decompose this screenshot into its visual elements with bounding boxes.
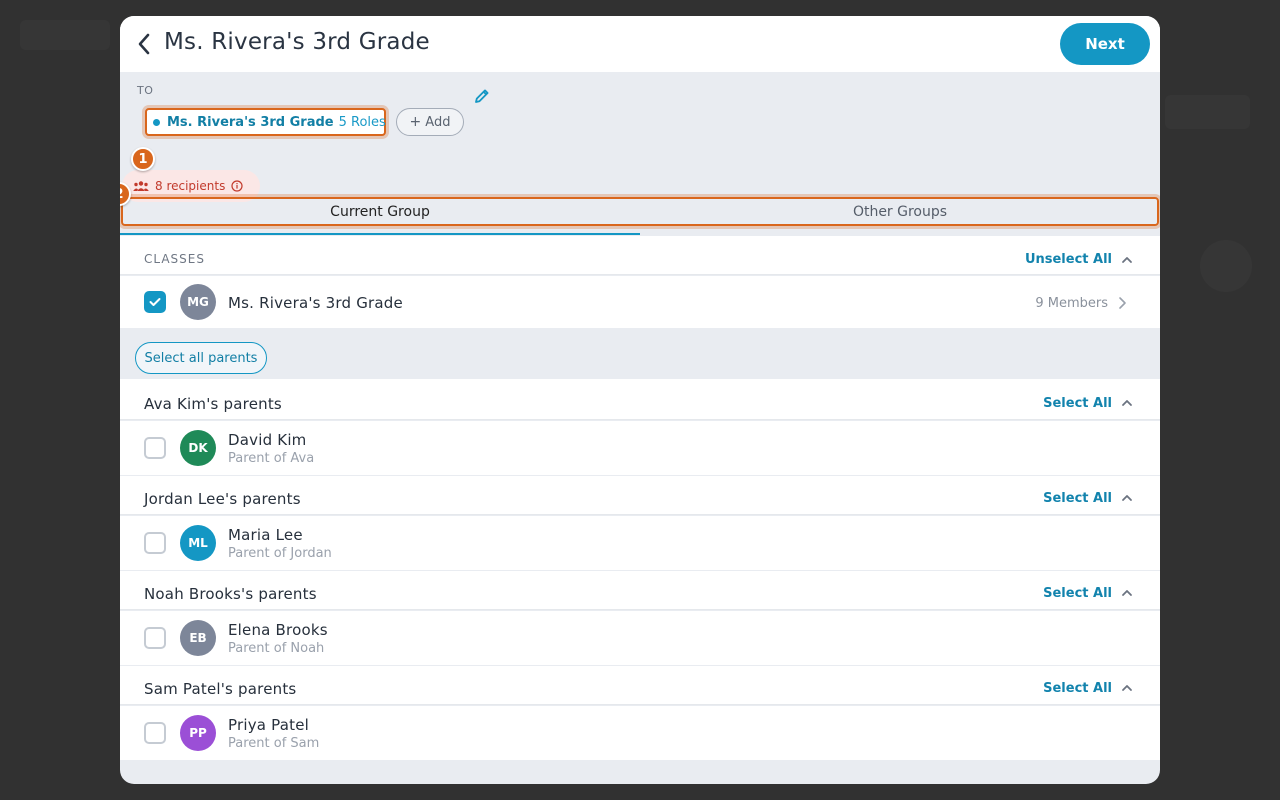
member-count: 9 Members <box>1035 296 1108 311</box>
next-button[interactable]: Next <box>1060 23 1150 65</box>
annotation-badge-1: 1 <box>131 147 155 171</box>
select-all-parents-button[interactable]: Select all parents <box>135 342 267 374</box>
parent-row[interactable]: ML Maria Lee Parent of Jordan <box>120 516 1160 570</box>
page-title: Ms. Rivera's 3rd Grade <box>164 29 430 55</box>
group-tabs: Current Group Other Groups <box>120 197 1160 237</box>
parent-name: David Kim <box>228 431 307 449</box>
parent-group-header: Noah Brooks's parents Select All <box>120 571 1160 610</box>
chevron-up-icon[interactable] <box>1120 681 1134 695</box>
parent-group-header: Sam Patel's parents Select All <box>120 666 1160 705</box>
select-all-button[interactable]: Select All <box>1043 681 1112 696</box>
parent-relation: Parent of Ava <box>228 451 315 466</box>
tab-other-groups[interactable]: Other Groups <box>640 197 1160 227</box>
parent-checkbox[interactable] <box>144 532 166 554</box>
recipients-to-area: TO Ms. Rivera's 3rd Grade 5 Roles × + Ad… <box>120 72 1160 242</box>
class-row[interactable]: MG Ms. Rivera's 3rd Grade 9 Members <box>120 276 1160 328</box>
parent-row[interactable]: DK David Kim Parent of Ava <box>120 421 1160 475</box>
select-all-button[interactable]: Select All <box>1043 491 1112 506</box>
parent-relation: Parent of Jordan <box>228 546 332 561</box>
chip-roles: 5 Roles <box>338 114 386 130</box>
chevron-right-icon[interactable] <box>1116 296 1128 310</box>
parent-row[interactable]: EB Elena Brooks Parent of Noah <box>120 611 1160 665</box>
parent-checkbox[interactable] <box>144 437 166 459</box>
add-recipient-button[interactable]: + Add <box>396 108 464 136</box>
info-icon <box>231 180 243 192</box>
back-button[interactable] <box>130 30 158 58</box>
recipients-count-text: 8 recipients <box>155 179 226 193</box>
select-all-button[interactable]: Select All <box>1043 396 1112 411</box>
group-title: Noah Brooks's parents <box>144 585 317 603</box>
add-label: Add <box>425 114 451 130</box>
modal-header: Ms. Rivera's 3rd Grade Next <box>120 16 1160 72</box>
pencil-icon[interactable] <box>473 87 493 107</box>
class-checkbox[interactable] <box>144 291 166 313</box>
avatar: PP <box>180 715 216 751</box>
to-label: TO <box>137 84 154 97</box>
parent-group-header: Ava Kim's parents Select All <box>120 379 1160 420</box>
plus-icon: + <box>409 114 422 130</box>
unselect-all-button[interactable]: Unselect All <box>1025 252 1112 267</box>
chip-group-name: Ms. Rivera's 3rd Grade <box>167 114 334 130</box>
chevron-up-icon[interactable] <box>1120 396 1134 410</box>
parent-name: Maria Lee <box>228 526 303 544</box>
chevron-up-icon[interactable] <box>1120 491 1134 505</box>
group-title: Jordan Lee's parents <box>144 490 301 508</box>
parent-relation: Parent of Sam <box>228 736 320 751</box>
compose-recipients-modal: Ms. Rivera's 3rd Grade Next TO Ms. River… <box>120 16 1160 784</box>
active-tab-indicator <box>120 233 640 235</box>
parent-name: Elena Brooks <box>228 621 328 639</box>
group-title: Ava Kim's parents <box>144 395 282 413</box>
check-icon <box>149 298 161 306</box>
select-all-button[interactable]: Select All <box>1043 586 1112 601</box>
avatar: DK <box>180 430 216 466</box>
parent-group-header: Jordan Lee's parents Select All <box>120 476 1160 515</box>
chip-status-dot <box>153 118 160 126</box>
classes-section-header: CLASSES Unselect All <box>120 236 1160 275</box>
parent-checkbox[interactable] <box>144 722 166 744</box>
chevron-up-icon[interactable] <box>1120 586 1134 600</box>
class-name: Ms. Rivera's 3rd Grade <box>228 294 403 312</box>
chevron-left-icon <box>138 33 150 55</box>
avatar: ML <box>180 525 216 561</box>
group-title: Sam Patel's parents <box>144 680 297 698</box>
avatar: EB <box>180 620 216 656</box>
classes-label: CLASSES <box>144 252 205 266</box>
avatar: MG <box>180 284 216 320</box>
parent-name: Priya Patel <box>228 716 309 734</box>
parent-relation: Parent of Noah <box>228 641 325 656</box>
parent-row[interactable]: PP Priya Patel Parent of Sam <box>120 706 1160 760</box>
recipient-chip[interactable]: Ms. Rivera's 3rd Grade 5 Roles × <box>145 108 406 136</box>
parent-checkbox[interactable] <box>144 627 166 649</box>
tab-current-group[interactable]: Current Group <box>120 197 640 227</box>
chevron-up-icon[interactable] <box>1120 253 1134 267</box>
people-icon <box>133 181 149 191</box>
